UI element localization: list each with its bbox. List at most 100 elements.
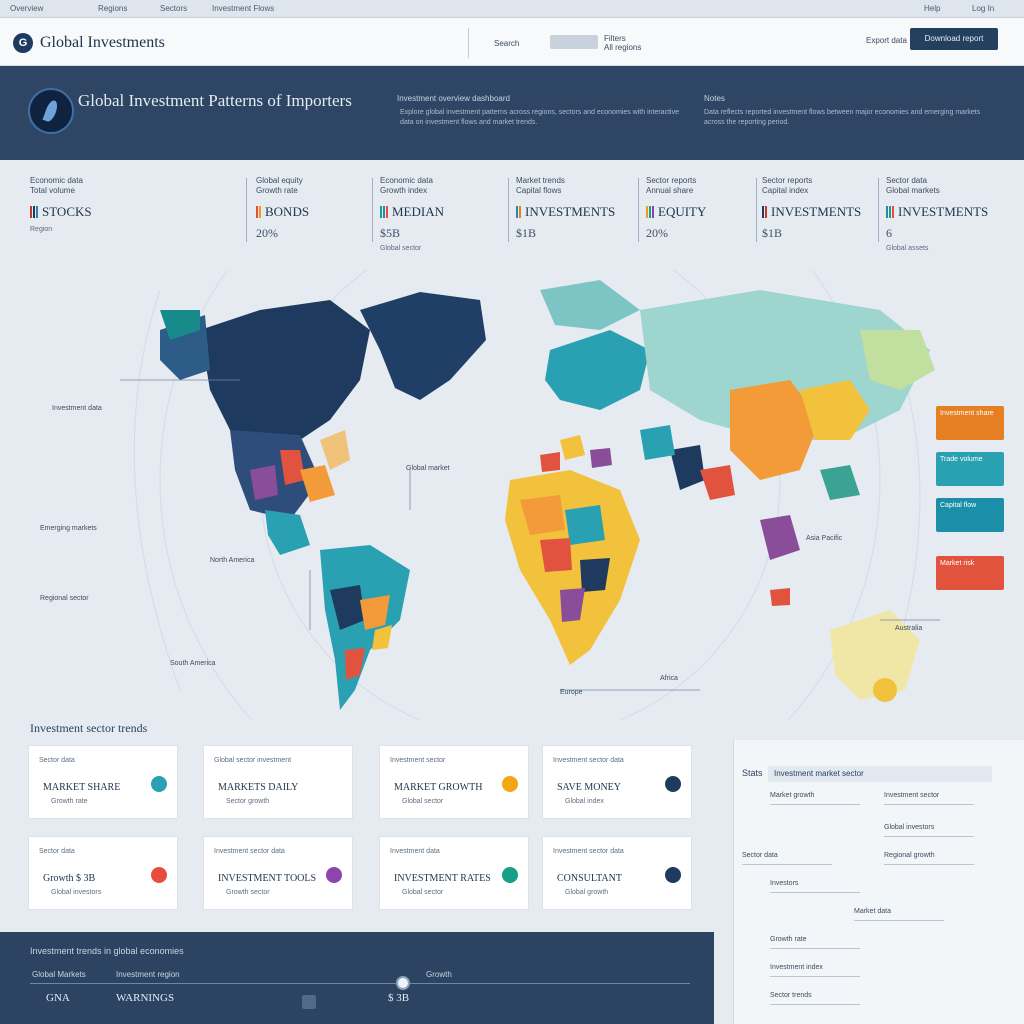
africa-region[interactable]	[505, 470, 640, 665]
sector-card[interactable]: Investment sector data INVESTMENT TOOLS Gr…	[203, 836, 353, 910]
brand-title[interactable]: Global Investments	[40, 34, 165, 52]
map-label[interactable]: Asia Pacific	[806, 535, 843, 542]
panel-row-rule	[770, 892, 860, 893]
filter-field[interactable]	[550, 35, 598, 49]
status-dot-icon	[665, 776, 681, 792]
panel-row[interactable]: Regional growth	[884, 852, 935, 859]
card-value: SAVE MONEY	[557, 782, 621, 793]
world-map[interactable]: Investment data Global market North Amer…	[0, 270, 1024, 720]
map-label[interactable]: South America	[170, 660, 216, 667]
map-label[interactable]: Africa	[660, 675, 678, 682]
card-sublabel: Global sector	[402, 798, 444, 805]
export-label[interactable]: Export data	[866, 36, 907, 45]
map-label[interactable]: North America	[210, 557, 254, 564]
color-bars-icon	[886, 206, 894, 218]
filter-value: All regions	[604, 43, 642, 52]
hero-description: Explore global investment patterns acros…	[400, 109, 679, 126]
map-label[interactable]: Australia	[895, 625, 922, 632]
map-label[interactable]: Regional sector	[40, 595, 89, 602]
card-label: Sector data	[39, 757, 75, 764]
stat-divider	[638, 178, 639, 242]
panel-row[interactable]: Investment index	[770, 964, 823, 971]
stat-column[interactable]: Market trends Capital flows INVESTMENTS $1B	[516, 176, 636, 266]
sector-card[interactable]: Investment sector data CONSULTANT Global g…	[542, 836, 692, 910]
globe-logo-icon[interactable]: G	[13, 33, 33, 53]
map-label[interactable]: Global market	[406, 465, 450, 472]
panel-row[interactable]: Global investors	[884, 824, 934, 831]
legend-card[interactable]: Capital flow	[936, 498, 1004, 532]
sector-card[interactable]: Global sector investment MARKETS DAILY Sec…	[203, 745, 353, 819]
panel-row[interactable]: Growth rate	[770, 936, 807, 943]
greenland-region[interactable]	[360, 292, 486, 400]
stat-column[interactable]: Sector reports Capital index INVESTMENTS $1…	[762, 176, 882, 266]
legend-card[interactable]: Investment share	[936, 406, 1004, 440]
sector-card[interactable]: Investment sector MARKET GROWTH Global sec…	[379, 745, 529, 819]
panel-title: Stats	[742, 768, 763, 778]
stat-label: Market trends	[516, 176, 565, 185]
card-label: Global sector investment	[214, 757, 292, 764]
stat-column[interactable]: Sector data Global markets INVESTMENTS 6 Glo…	[886, 176, 1006, 266]
sector-card[interactable]: Investment data INVESTMENT RATES Global se…	[379, 836, 529, 910]
stat-sublabel: Growth rate	[256, 186, 298, 195]
panel-heading[interactable]: Investment market sector	[768, 766, 992, 782]
stat-caption: Global assets	[886, 245, 929, 252]
panel-row[interactable]: Sector data	[742, 852, 778, 859]
card-value: INVESTMENT RATES	[394, 873, 491, 884]
stat-divider	[756, 178, 757, 242]
card-sublabel: Sector growth	[226, 798, 270, 805]
panel-row[interactable]: Market growth	[770, 792, 814, 799]
north-america-region[interactable]	[160, 300, 370, 555]
topbar-link-flows[interactable]: Investment Flows	[212, 4, 274, 13]
map-label[interactable]: Investment data	[52, 405, 102, 412]
legend-card[interactable]: Trade volume	[936, 452, 1004, 486]
sector-card[interactable]: Investment sector data SAVE MONEY Global i…	[542, 745, 692, 819]
download-report-button[interactable]: Download report	[910, 28, 998, 50]
sector-card[interactable]: Sector data MARKET SHARE Growth rate	[28, 745, 178, 819]
australia-region[interactable]	[830, 610, 920, 702]
stat-headline: STOCKS	[30, 204, 150, 220]
stat-headline-text: INVESTMENTS	[525, 204, 616, 219]
map-label[interactable]: Emerging markets	[40, 525, 97, 532]
card-value: CONSULTANT	[557, 873, 622, 884]
sector-card[interactable]: Sector data Growth $ 3B Global investors	[28, 836, 178, 910]
header-divider	[468, 28, 469, 58]
europe-region[interactable]	[540, 280, 650, 472]
topbar-link-overview[interactable]: Overview	[10, 4, 43, 13]
stat-headline-text: INVESTMENTS	[771, 204, 862, 219]
timeline-track[interactable]	[30, 983, 690, 984]
map-label[interactable]: Europe	[560, 689, 583, 696]
panel-row-rule	[770, 948, 860, 949]
stat-sublabel: Growth index	[380, 186, 428, 195]
panel-row[interactable]: Sector trends	[770, 992, 812, 999]
status-dot-icon	[665, 867, 681, 883]
panel-row-rule	[884, 864, 974, 865]
card-label: Investment sector data	[214, 848, 285, 855]
south-america-region[interactable]	[320, 545, 410, 710]
legend-card[interactable]: Market risk	[936, 556, 1004, 590]
panel-row[interactable]: Investors	[770, 880, 798, 887]
panel-row[interactable]: Investment sector	[884, 792, 939, 799]
color-bars-icon	[516, 206, 521, 218]
stat-divider	[372, 178, 373, 242]
stat-column[interactable]: Sector reports Annual share EQUITY 20%	[646, 176, 766, 266]
panel-row[interactable]: Market data	[854, 908, 891, 915]
topbar-link-regions[interactable]: Regions	[98, 4, 127, 13]
topbar-link-login[interactable]: Log In	[972, 4, 994, 13]
stat-caption: Region	[30, 226, 53, 233]
panel-row-rule	[742, 864, 832, 865]
search-label[interactable]: Search	[494, 39, 519, 48]
topbar-link-sectors[interactable]: Sectors	[160, 4, 187, 13]
asia-region[interactable]	[640, 290, 935, 606]
calendar-icon[interactable]	[302, 995, 316, 1009]
stat-column[interactable]: Economic data Growth index MEDIAN $5B Global…	[380, 176, 500, 266]
stat-caption: Global sector	[380, 245, 422, 252]
app-header: G Global Investments Search Filters All …	[0, 18, 1024, 66]
timeline-slider-handle[interactable]	[396, 976, 410, 990]
stat-column[interactable]: Economic data Total volume STOCKS Region	[30, 176, 150, 266]
stat-column[interactable]: Global equity Growth rate BONDS 20%	[256, 176, 376, 266]
topbar-link-help[interactable]: Help	[924, 4, 940, 13]
hero-subtitle: Investment overview dashboard	[397, 94, 510, 103]
status-dot-icon	[502, 776, 518, 792]
timeline-label: Global Markets	[32, 970, 86, 979]
stat-label: Sector reports	[646, 176, 697, 185]
